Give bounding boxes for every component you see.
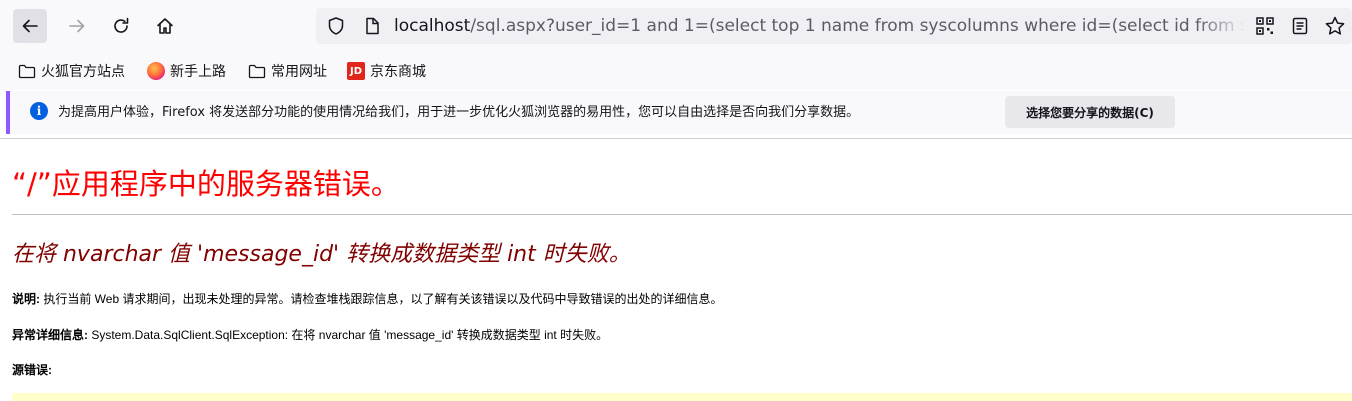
url-path: /sql.aspx?user_id=1 and 1=(select top 1 … (470, 16, 1244, 36)
choose-data-button[interactable]: 选择您要分享的数据(C) (1005, 96, 1175, 128)
bookmark-common-sites[interactable]: 常用网址 (248, 60, 327, 82)
home-icon (157, 18, 173, 34)
qr-code-icon[interactable] (1255, 16, 1275, 40)
firefox-icon (147, 62, 165, 80)
bookmark-star-icon[interactable] (1324, 15, 1346, 41)
data-sharing-notification: i 为提高用户体验，Firefox 将发送部分功能的使用情况给我们，用于进一步优… (6, 91, 1352, 134)
url-host: localhost (394, 16, 471, 36)
reload-icon (114, 17, 129, 33)
exception-details-label: 异常详细信息: (12, 328, 88, 342)
home-button[interactable] (148, 9, 182, 43)
description-text: 执行当前 Web 请求期间，出现未处理的异常。请检查堆栈跟踪信息，以了解有关该错… (43, 292, 723, 306)
exception-details-text: System.Data.SqlClient.SqlException: 在将 n… (91, 328, 609, 342)
description-label: 说明: (12, 292, 40, 306)
folder-icon (18, 62, 36, 80)
folder-icon (248, 62, 266, 80)
page-title: “/”应用程序中的服务器错误。 (12, 167, 400, 201)
url-fade (1196, 8, 1246, 44)
bookmark-jd-mall[interactable]: JD 京东商城 (347, 60, 426, 82)
description-line: 说明: 执行当前 Web 请求期间，出现未处理的异常。请检查堆栈跟踪信息，以了解… (12, 290, 722, 307)
source-error-line: 源错误: (12, 361, 52, 378)
url-bar[interactable]: localhost/sql.aspx?user_id=1 and 1=(sele… (316, 8, 1352, 44)
bookmark-label: 火狐官方站点 (41, 64, 125, 80)
source-error-label: 源错误: (12, 363, 52, 377)
reader-view-icon[interactable] (1290, 16, 1310, 40)
bookmark-label: 新手上路 (170, 64, 226, 80)
toolbar-separator (0, 138, 1352, 139)
tracking-protection-shield-icon[interactable] (326, 16, 346, 40)
notification-text: 为提高用户体验，Firefox 将发送部分功能的使用情况给我们，用于进一步优化火… (58, 105, 860, 120)
navigation-toolbar: localhost/sql.aspx?user_id=1 and 1=(sele… (0, 0, 1352, 52)
jd-icon: JD (347, 62, 365, 80)
bookmark-firefox-official[interactable]: 火狐官方站点 (18, 60, 125, 82)
page-content: “/”应用程序中的服务器错误。 在将 nvarchar 值 'message_i… (0, 140, 1352, 401)
url-text[interactable]: localhost/sql.aspx?user_id=1 and 1=(sele… (394, 8, 1244, 44)
source-code-box (12, 393, 1352, 401)
arrow-left-icon (22, 19, 38, 33)
reload-button[interactable] (104, 9, 138, 43)
bookmarks-toolbar: 火狐官方站点 新手上路 常用网址 JD 京东商城 (0, 52, 1352, 90)
bookmark-getting-started[interactable]: 新手上路 (147, 60, 226, 82)
page-info-icon[interactable] (362, 16, 382, 40)
info-icon: i (30, 102, 48, 120)
forward-button[interactable] (60, 9, 94, 43)
exception-details-line: 异常详细信息: System.Data.SqlClient.SqlExcepti… (12, 326, 608, 343)
error-message: 在将 nvarchar 值 'message_id' 转换成数据类型 int 时… (12, 242, 631, 267)
back-button[interactable] (13, 9, 47, 43)
bookmark-label: 常用网址 (271, 64, 327, 80)
bookmark-label: 京东商城 (370, 64, 426, 80)
arrow-right-icon (69, 19, 85, 33)
divider (12, 214, 1352, 215)
